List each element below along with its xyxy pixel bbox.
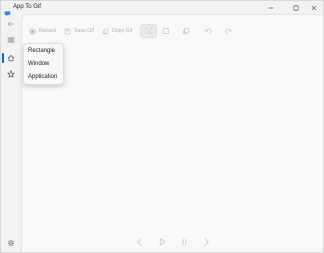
capture-mode-button[interactable] (140, 24, 157, 38)
menu-toggle-button[interactable] (4, 33, 18, 47)
redo-icon (225, 28, 233, 35)
record-icon (29, 27, 36, 35)
app-window: App To Gif Record Save Gif Copy Gif Rect… (0, 0, 324, 253)
minimize-icon (268, 7, 273, 8)
layers-button[interactable] (179, 24, 193, 38)
save-gif-button[interactable]: Save Gif (64, 25, 94, 37)
save-icon (64, 28, 71, 34)
close-icon (311, 5, 316, 10)
capture-mode-menu: Rectangle Window Application (23, 43, 64, 85)
save-gif-label: Save Gif (74, 28, 94, 34)
next-frame-button[interactable] (200, 235, 212, 249)
home-icon (7, 54, 15, 62)
minimize-button[interactable] (263, 1, 278, 14)
play-button[interactable] (156, 235, 168, 249)
back-button[interactable] (4, 17, 18, 31)
star-icon (7, 70, 15, 78)
nav-favorites-button[interactable] (4, 67, 18, 81)
pause-icon (182, 238, 186, 246)
selection-icon (145, 27, 152, 35)
app-logo-icon (4, 4, 11, 17)
nav-home-button[interactable] (4, 51, 18, 65)
maximize-icon (293, 5, 298, 10)
window-capture-button[interactable] (159, 24, 173, 38)
copy-gif-button[interactable]: Copy Gif (102, 25, 132, 37)
close-button[interactable] (306, 1, 321, 14)
navigation-pane (1, 14, 21, 252)
menu-item-window[interactable]: Window (28, 60, 49, 68)
undo-icon (204, 28, 212, 35)
title-bar: App To Gif (1, 1, 323, 17)
settings-button[interactable] (4, 236, 18, 250)
pause-button[interactable] (178, 235, 190, 249)
record-label: Record (39, 28, 56, 34)
main-content (21, 14, 323, 252)
copy-icon (102, 28, 109, 34)
back-arrow-icon (7, 21, 14, 27)
redo-button[interactable] (222, 24, 236, 38)
undo-button[interactable] (201, 24, 215, 38)
previous-frame-button[interactable] (133, 235, 145, 249)
play-icon (159, 238, 166, 246)
layers-icon (182, 27, 190, 35)
window-title: App To Gif (13, 4, 41, 10)
copy-gif-label: Copy Gif (112, 28, 133, 34)
maximize-button[interactable] (288, 1, 303, 14)
record-button[interactable]: Record (29, 25, 56, 37)
menu-item-application[interactable]: Application (28, 73, 57, 81)
hamburger-icon (7, 37, 15, 43)
chevron-right-icon (203, 238, 209, 246)
menu-item-rectangle[interactable]: Rectangle (28, 47, 55, 55)
window-icon (162, 28, 170, 34)
gear-icon (7, 239, 15, 247)
chevron-left-icon (136, 238, 142, 246)
